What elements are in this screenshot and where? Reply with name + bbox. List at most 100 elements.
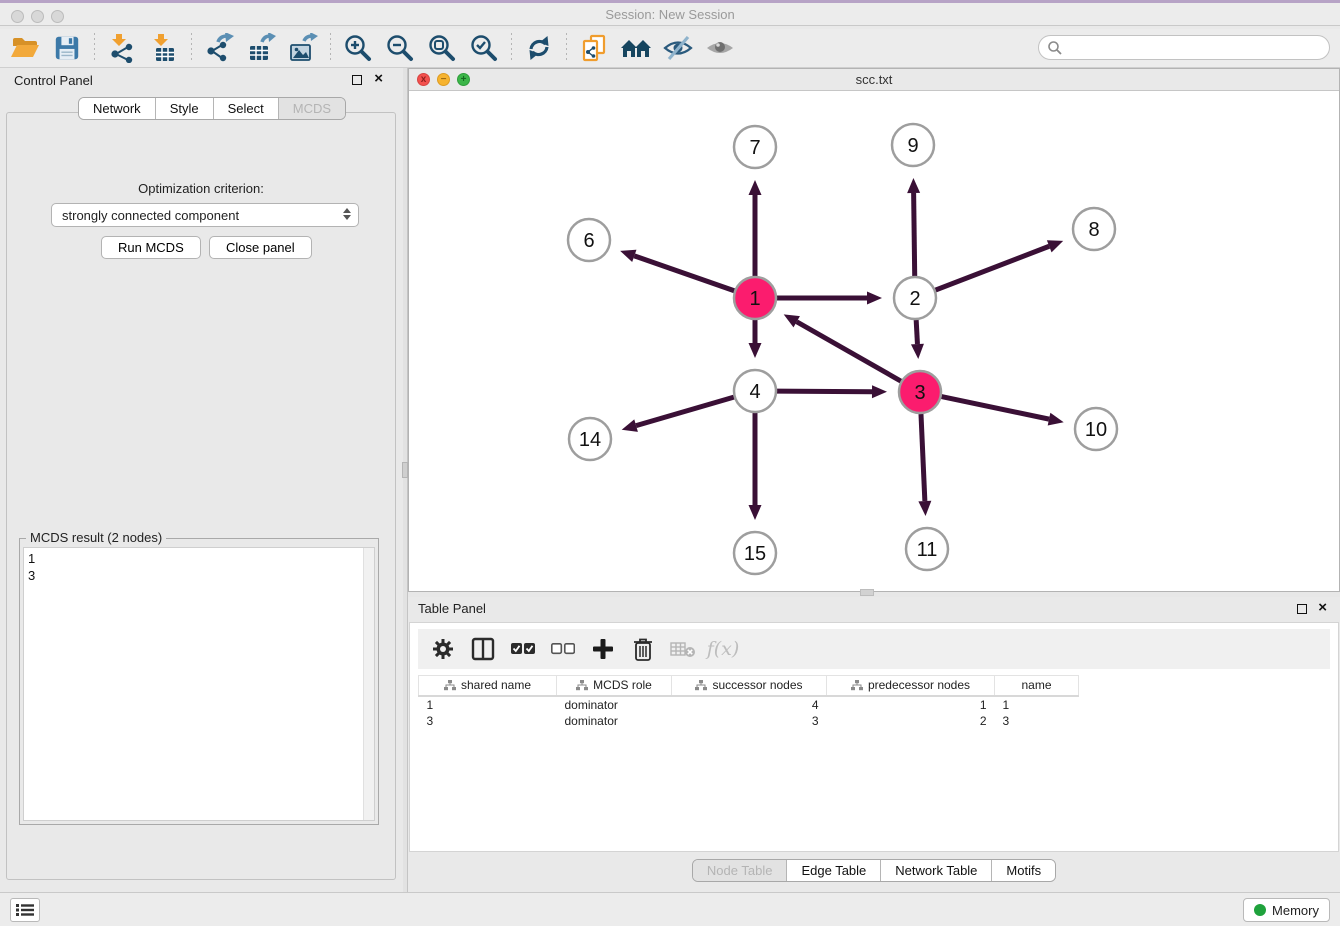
toolbar-separator xyxy=(191,33,192,63)
float-panel-icon[interactable] xyxy=(352,75,362,85)
column-header-shared-name[interactable]: shared name xyxy=(419,676,557,696)
table-row[interactable]: 3 dominator 3 2 3 xyxy=(419,713,1079,730)
optimization-criterion-label: Optimization criterion: xyxy=(7,181,395,196)
table-toolbar: f(x) xyxy=(418,629,1330,669)
memory-label: Memory xyxy=(1272,903,1319,918)
criterion-value: strongly connected component xyxy=(62,208,239,223)
graph-edge-2-3[interactable] xyxy=(916,320,917,344)
graph-edge-1-6[interactable] xyxy=(634,256,734,291)
tree-icon xyxy=(576,680,588,691)
search-input[interactable] xyxy=(1038,35,1330,60)
toolbar-separator xyxy=(94,33,95,63)
table-panel-title: Table Panel xyxy=(418,601,486,616)
arrowhead-icon xyxy=(1048,413,1064,426)
import-table-icon[interactable] xyxy=(147,32,181,64)
mcds-result-box: MCDS result (2 nodes) 1 3 xyxy=(19,538,379,825)
add-icon[interactable] xyxy=(590,636,616,662)
graph-edge-4-14[interactable] xyxy=(636,397,734,425)
save-session-icon[interactable] xyxy=(50,32,84,64)
arrowhead-icon xyxy=(1047,240,1063,252)
import-network-icon[interactable] xyxy=(105,32,139,64)
result-item[interactable]: 1 xyxy=(28,550,370,567)
graph-edge-3-11[interactable] xyxy=(921,414,925,501)
graph-edge-2-8[interactable] xyxy=(936,246,1050,290)
arrowhead-icon xyxy=(907,178,920,193)
graph-node-label: 15 xyxy=(744,543,766,565)
column-header-mcds-role[interactable]: MCDS role xyxy=(557,676,672,696)
mcds-result-list[interactable]: 1 3 xyxy=(23,547,375,821)
float-panel-icon[interactable] xyxy=(1297,604,1307,614)
splitter-grip[interactable] xyxy=(860,589,874,596)
graph-edge-3-1[interactable] xyxy=(797,322,901,381)
memory-status-icon xyxy=(1254,904,1266,916)
fit-content-icon[interactable] xyxy=(425,32,459,64)
arrowhead-icon xyxy=(911,344,924,359)
columns-icon[interactable] xyxy=(470,636,496,662)
tree-icon xyxy=(444,680,456,691)
graph-edge-3-10[interactable] xyxy=(942,397,1049,420)
graph-node-label: 6 xyxy=(583,230,594,252)
show-eye-icon[interactable] xyxy=(703,32,737,64)
result-item[interactable]: 3 xyxy=(28,567,370,584)
arrowhead-icon xyxy=(867,292,882,305)
table-panel: Table Panel × xyxy=(408,597,1340,892)
zoom-selected-icon[interactable] xyxy=(467,32,501,64)
node-table: shared name MCDS role successor nodes pr… xyxy=(418,675,1079,730)
graph-edge-2-9[interactable] xyxy=(914,193,915,276)
toolbar-separator xyxy=(566,33,567,63)
tab-select[interactable]: Select xyxy=(214,98,279,119)
close-panel-icon[interactable]: × xyxy=(374,70,383,88)
result-scrollbar[interactable] xyxy=(363,548,374,820)
tab-motifs[interactable]: Motifs xyxy=(992,860,1055,881)
tab-edge-table[interactable]: Edge Table xyxy=(787,860,881,881)
table-panel-header: Table Panel × xyxy=(408,597,1340,621)
open-file-icon[interactable] xyxy=(8,32,42,64)
arrowhead-icon xyxy=(620,250,636,262)
close-panel-button[interactable]: Close panel xyxy=(209,236,312,259)
tab-node-table[interactable]: Node Table xyxy=(693,860,788,881)
trash-icon[interactable] xyxy=(630,636,656,662)
tab-mcds[interactable]: MCDS xyxy=(279,98,345,119)
column-header-name[interactable]: name xyxy=(995,676,1079,696)
arrowhead-icon xyxy=(749,343,762,358)
graph-node-label: 8 xyxy=(1088,219,1099,241)
graph-node-label: 14 xyxy=(579,429,601,451)
tab-style[interactable]: Style xyxy=(156,98,214,119)
zoom-in-icon[interactable] xyxy=(341,32,375,64)
network-canvas[interactable]: 7968124314101511 xyxy=(409,91,1339,592)
task-history-button[interactable] xyxy=(10,898,40,922)
network-window-titlebar: x − + scc.txt xyxy=(409,69,1339,91)
open-network-file-icon[interactable] xyxy=(577,32,611,64)
hide-eye-icon[interactable] xyxy=(661,32,695,64)
delete-list-icon xyxy=(670,636,696,662)
gear-icon[interactable] xyxy=(430,636,456,662)
export-image-icon[interactable] xyxy=(286,32,320,64)
column-header-successor-nodes[interactable]: successor nodes xyxy=(672,676,827,696)
column-header-predecessor-nodes[interactable]: predecessor nodes xyxy=(827,676,995,696)
unselect-all-icon[interactable] xyxy=(550,636,576,662)
export-network-icon[interactable] xyxy=(202,32,236,64)
close-panel-icon[interactable]: × xyxy=(1318,599,1327,617)
home-icon[interactable] xyxy=(619,32,653,64)
main-toolbar xyxy=(0,29,1340,68)
select-all-icon[interactable] xyxy=(510,636,536,662)
memory-button[interactable]: Memory xyxy=(1243,898,1330,922)
chevron-up-down-icon xyxy=(343,208,351,220)
window-title: Session: New Session xyxy=(0,7,1340,22)
fx-icon: f(x) xyxy=(710,636,736,662)
table-panel-tabs: Node Table Edge Table Network Table Moti… xyxy=(408,859,1340,882)
export-table-icon[interactable] xyxy=(244,32,278,64)
arrowhead-icon xyxy=(622,419,638,431)
zoom-out-icon[interactable] xyxy=(383,32,417,64)
table-panel-body: f(x) shared name MCDS role successor nod… xyxy=(409,622,1339,852)
tab-network[interactable]: Network xyxy=(79,98,156,119)
toolbar-separator xyxy=(511,33,512,63)
refresh-icon[interactable] xyxy=(522,32,556,64)
table-row[interactable]: 1 dominator 4 1 1 xyxy=(419,696,1079,713)
tab-network-table[interactable]: Network Table xyxy=(881,860,992,881)
criterion-select[interactable]: strongly connected component xyxy=(51,203,359,227)
arrowhead-icon xyxy=(749,505,762,520)
run-mcds-button[interactable]: Run MCDS xyxy=(101,236,201,259)
control-panel-header: Control Panel × xyxy=(0,68,403,94)
graph-edge-4-3[interactable] xyxy=(777,391,872,392)
